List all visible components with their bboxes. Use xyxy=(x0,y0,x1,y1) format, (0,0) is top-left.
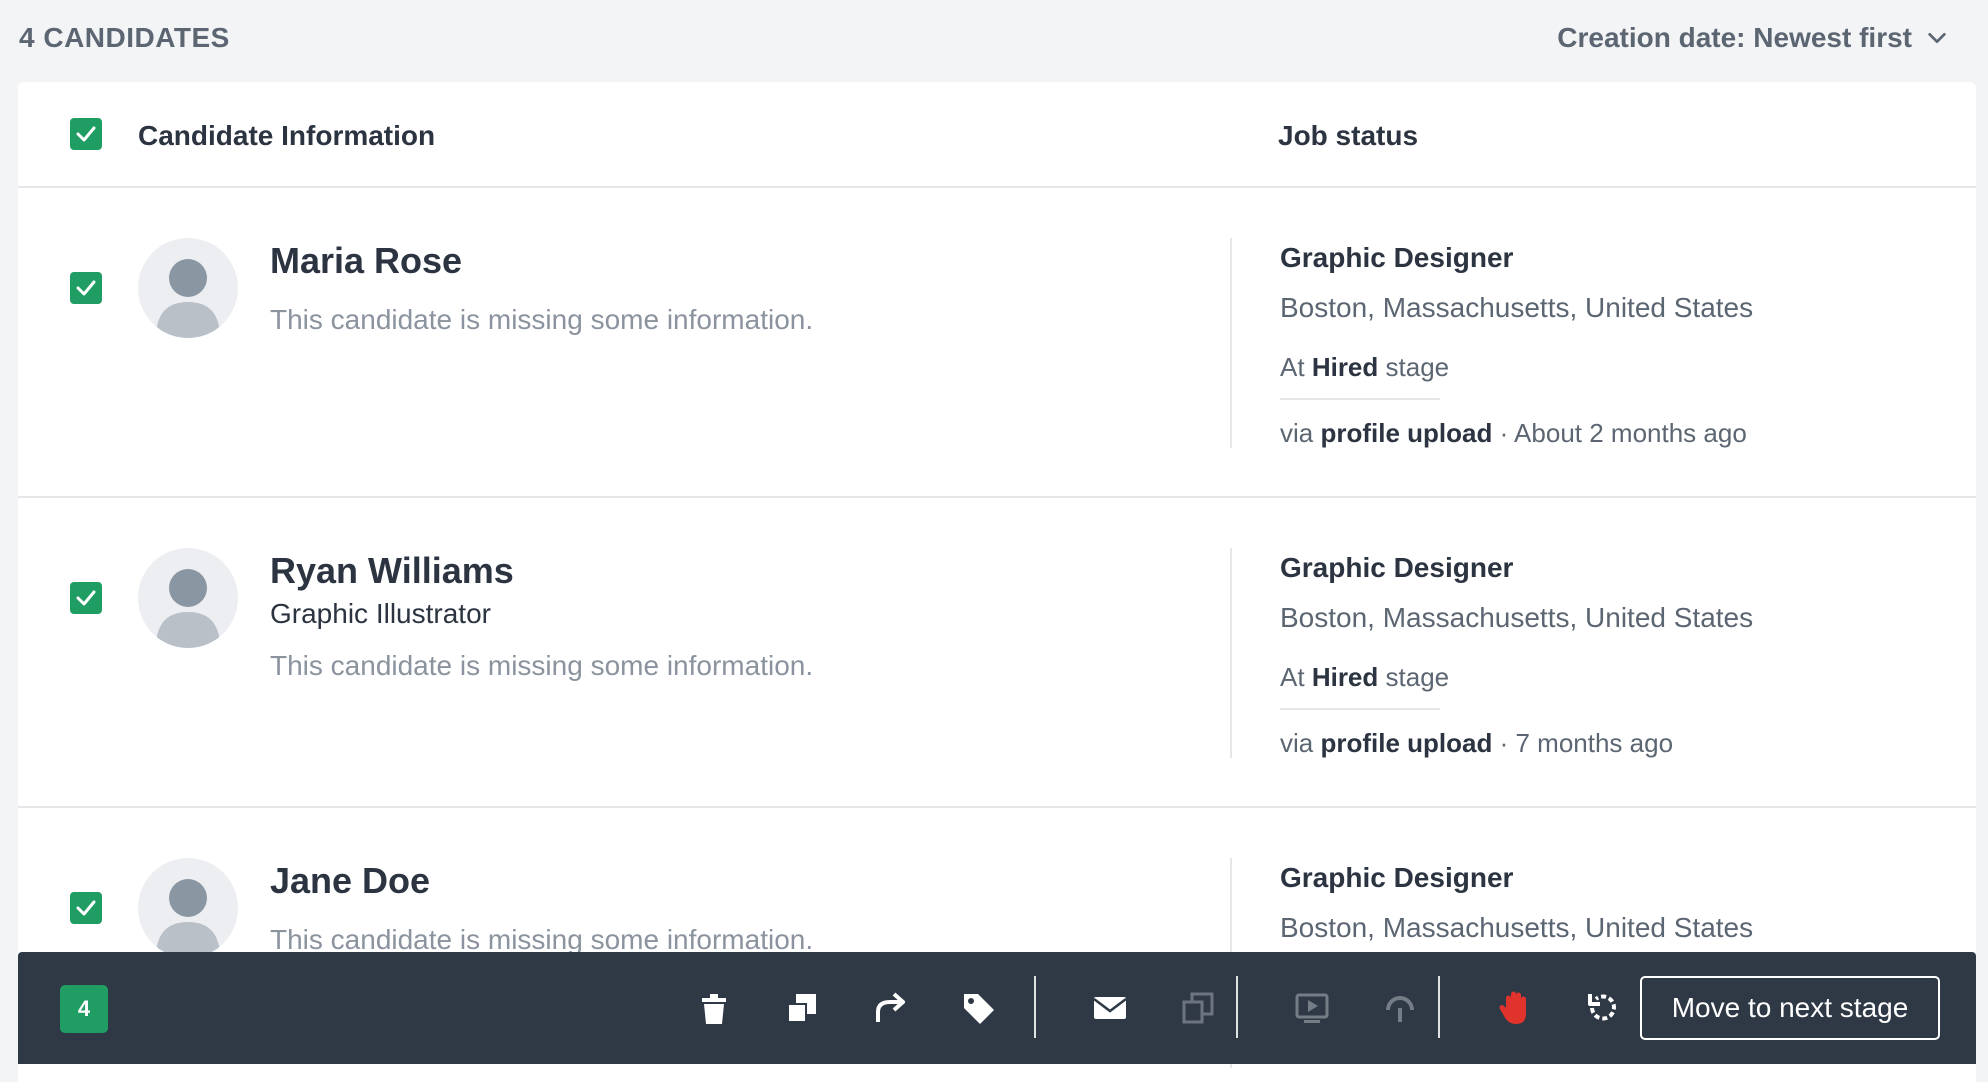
sort-dropdown[interactable]: Creation date: Newest first xyxy=(1557,22,1948,54)
revert-button[interactable] xyxy=(1582,988,1622,1028)
stage-text: At Hired stage xyxy=(1280,352,1449,383)
check-icon xyxy=(76,590,96,606)
candidate-headline: Graphic Illustrator xyxy=(270,598,491,629)
toolbar-divider xyxy=(1438,976,1440,1038)
header-candidate-info: Candidate Information xyxy=(138,120,436,151)
copy-button[interactable] xyxy=(782,988,822,1028)
list-topbar: 4 CANDIDATES Creation date: Newest first xyxy=(0,0,1988,80)
undo-icon xyxy=(1588,994,1616,1021)
stage-prefix: At xyxy=(1280,352,1305,382)
selected-count-badge: 4 xyxy=(60,985,108,1033)
tag-icon xyxy=(964,994,994,1024)
row-checkbox[interactable] xyxy=(70,892,102,924)
video-icon xyxy=(1295,993,1329,1023)
source-text: via profile upload · About 2 months ago xyxy=(1280,418,1747,449)
stage-text: At Hired stage xyxy=(1280,662,1449,693)
source-name: profile upload xyxy=(1320,728,1493,758)
candidate-name[interactable]: Ryan Williams xyxy=(270,550,514,592)
user-placeholder-icon xyxy=(156,259,220,338)
stage-underline xyxy=(1280,708,1440,710)
forward-button[interactable] xyxy=(870,988,910,1028)
stage-suffix: stage xyxy=(1385,352,1450,382)
toolbar-divider xyxy=(1034,976,1036,1038)
job-location: Boston, Massachusetts, United States xyxy=(1280,912,1754,943)
row-checkbox[interactable] xyxy=(70,272,102,304)
video-button[interactable] xyxy=(1292,988,1332,1028)
chevron-down-icon xyxy=(1928,32,1946,44)
source-time: · 7 months ago xyxy=(1499,728,1674,758)
stage-prefix: At xyxy=(1280,662,1305,692)
job-title[interactable]: Graphic Designer xyxy=(1280,552,1513,584)
avatar xyxy=(138,548,238,648)
copy-disabled-button[interactable] xyxy=(1178,988,1218,1028)
source-name: profile upload xyxy=(1320,418,1493,448)
bulk-action-bar: 4 Move to next stage xyxy=(18,952,1976,1064)
table-header: Candidate Information Job status xyxy=(18,82,1976,188)
job-location: Boston, Massachusetts, United States xyxy=(1280,292,1754,323)
job-title[interactable]: Graphic Designer xyxy=(1280,862,1513,894)
copy-icon xyxy=(787,994,816,1023)
stage-name: Hired xyxy=(1311,662,1379,692)
candidate-name[interactable]: Jane Doe xyxy=(270,860,430,902)
email-icon xyxy=(1093,997,1127,1019)
avatar xyxy=(138,238,238,338)
trash-icon xyxy=(702,994,726,1024)
select-all-checkbox[interactable] xyxy=(70,118,102,150)
copy-disabled-icon xyxy=(1182,992,1214,1024)
table-row[interactable]: Ryan Williams Graphic Illustrator This c… xyxy=(18,496,1976,808)
forward-icon xyxy=(876,992,905,1022)
user-placeholder-icon xyxy=(156,569,220,648)
table-row[interactable]: Maria Rose This candidate is missing som… xyxy=(18,186,1976,498)
assessment-icon xyxy=(1386,996,1414,1022)
sort-label: Creation date: Newest first xyxy=(1557,22,1912,53)
row-checkbox[interactable] xyxy=(70,582,102,614)
user-placeholder-icon xyxy=(156,879,220,958)
column-divider xyxy=(1230,548,1232,758)
candidate-count: 4 CANDIDATES xyxy=(19,22,230,53)
header-job-status: Job status xyxy=(1278,120,1419,151)
stage-suffix: stage xyxy=(1385,662,1450,692)
missing-info-text: This candidate is missing some informati… xyxy=(270,650,814,681)
job-title[interactable]: Graphic Designer xyxy=(1280,242,1513,274)
stage-name: Hired xyxy=(1311,352,1379,382)
source-time: · About 2 months ago xyxy=(1499,418,1747,448)
stage-underline xyxy=(1280,398,1440,400)
tag-button[interactable] xyxy=(958,988,998,1028)
email-button[interactable] xyxy=(1090,988,1130,1028)
stop-hand-icon xyxy=(1499,991,1526,1024)
via-prefix: via xyxy=(1280,418,1314,448)
candidate-name[interactable]: Maria Rose xyxy=(270,240,462,282)
via-prefix: via xyxy=(1280,728,1314,758)
check-icon xyxy=(76,900,96,916)
job-location: Boston, Massachusetts, United States xyxy=(1280,602,1754,633)
check-icon xyxy=(76,280,96,296)
check-icon xyxy=(76,126,96,142)
candidate-table: Candidate Information Job status Maria R… xyxy=(18,82,1976,1082)
assessment-button[interactable] xyxy=(1380,988,1420,1028)
delete-button[interactable] xyxy=(694,988,734,1028)
missing-info-text: This candidate is missing some informati… xyxy=(270,304,814,335)
toolbar-divider xyxy=(1236,976,1238,1038)
move-to-next-stage-button[interactable]: Move to next stage xyxy=(1640,976,1940,1040)
reject-button[interactable] xyxy=(1496,988,1536,1028)
avatar xyxy=(138,858,238,958)
column-divider xyxy=(1230,238,1232,448)
source-text: via profile upload · 7 months ago xyxy=(1280,728,1673,759)
